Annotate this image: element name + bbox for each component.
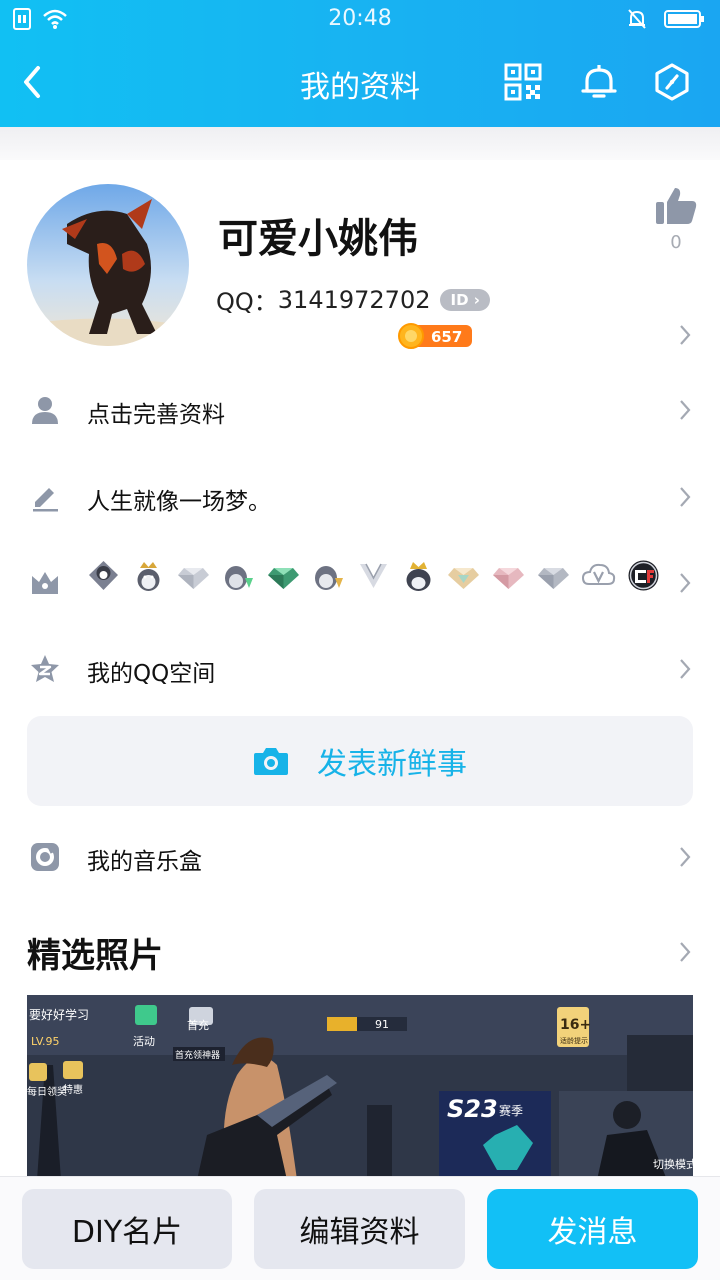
- photo-first-charge-sub-text: 首充领神器: [175, 1049, 220, 1061]
- post-button-label: 发表新鲜事: [317, 747, 467, 782]
- qzone-star-icon: [31, 655, 59, 682]
- top-bar: 20:48 我的资料: [0, 0, 720, 127]
- coin-badge[interactable]: 657: [398, 322, 474, 350]
- pencil-icon: [33, 488, 58, 512]
- qzone-label: 我的QQ空间: [87, 661, 216, 687]
- qq-label: QQ：: [216, 288, 278, 316]
- camera-icon: [254, 748, 288, 775]
- cf-logo-icon[interactable]: [626, 558, 661, 593]
- chevron-right-icon: [680, 659, 691, 679]
- featured-photos-title: 精选照片: [27, 936, 163, 976]
- status-bar: 20:48: [0, 0, 720, 40]
- photo-first-charge-text: 首充: [187, 1018, 209, 1032]
- status-time: 20:48: [328, 6, 392, 31]
- penguin-diamond-icon[interactable]: [221, 558, 256, 593]
- chevron-right-icon[interactable]: [678, 324, 692, 346]
- nav-bar: 我的资料: [0, 40, 720, 127]
- penguin-rank-icon[interactable]: [86, 558, 121, 593]
- signature-text: 人生就像一场梦。: [87, 489, 271, 515]
- post-new-update-button[interactable]: 发表新鲜事: [27, 716, 693, 806]
- chevron-right-icon: [680, 400, 691, 420]
- photo-switch-mode-text: 切换模式: [653, 1157, 693, 1171]
- chevron-right-icon[interactable]: [678, 941, 692, 963]
- cloud-v-icon[interactable]: [581, 558, 616, 593]
- photo-study-text: 要好好学习: [29, 1007, 89, 1022]
- photo-gold-value: 91: [375, 1018, 389, 1031]
- coin-value: 657: [431, 328, 462, 346]
- v-wings-icon[interactable]: [356, 558, 391, 593]
- music-box-row[interactable]: 我的音乐盒: [0, 822, 720, 892]
- photo-season-text: S23: [447, 1095, 498, 1123]
- chevron-right-icon: [680, 847, 691, 867]
- id-badge-label: ID: [450, 290, 469, 309]
- bottom-action-bar: DIY名片 编辑资料 发消息: [0, 1176, 720, 1280]
- settings-hexagon-icon[interactable]: [652, 62, 692, 102]
- qr-code-icon[interactable]: [503, 62, 543, 102]
- send-message-button[interactable]: 发消息: [487, 1189, 698, 1269]
- like-count: 0: [670, 232, 682, 253]
- chevron-right-icon: [680, 487, 691, 507]
- featured-photo[interactable]: 要好好学习 LV.95 活动 首充 首充领神器 每日领奖 特惠 91 16+ 适…: [27, 995, 693, 1180]
- qq-number: 3141972702: [277, 285, 431, 314]
- crown-icon: [32, 572, 58, 594]
- header-divider: [0, 127, 720, 160]
- complete-profile-row[interactable]: 点击完善资料: [0, 375, 720, 445]
- silver-diamond-icon[interactable]: [536, 558, 571, 593]
- photo-level-text: LV.95: [31, 1035, 60, 1048]
- pink-diamond-icon[interactable]: [491, 558, 526, 593]
- photo-special-text: 特惠: [63, 1083, 83, 1096]
- diy-card-button[interactable]: DIY名片: [22, 1189, 232, 1269]
- profile-name: 可爱小姚伟: [218, 216, 418, 262]
- gold-diamond-icon[interactable]: [446, 558, 481, 593]
- penguin-crown-icon[interactable]: [131, 558, 166, 593]
- battery-icon: [664, 10, 704, 28]
- person-icon: [32, 397, 58, 424]
- photo-age-rating: 16+: [560, 1017, 591, 1033]
- complete-profile-label: 点击完善资料: [87, 402, 225, 428]
- id-badge[interactable]: ID ›: [440, 288, 490, 311]
- diamond-icon[interactable]: [176, 558, 211, 593]
- edit-profile-button[interactable]: 编辑资料: [254, 1189, 465, 1269]
- mute-bell-icon: [628, 9, 646, 29]
- signature-row[interactable]: 人生就像一场梦。: [0, 462, 720, 532]
- emerald-icon[interactable]: [266, 558, 301, 593]
- penguin-gold-icon[interactable]: [311, 558, 346, 593]
- qzone-row[interactable]: 我的QQ空间: [0, 634, 720, 704]
- chevron-right-icon: [680, 573, 691, 593]
- badge-list: [86, 558, 661, 593]
- photo-season-suffix: 赛季: [499, 1103, 523, 1118]
- music-disc-icon: [31, 843, 59, 871]
- photo-daily-text: 每日领奖: [27, 1085, 67, 1098]
- music-box-label: 我的音乐盒: [87, 849, 202, 875]
- avatar[interactable]: [27, 184, 189, 346]
- qq-number-row[interactable]: QQ： 3141972702 ID ›: [216, 282, 490, 317]
- thumbs-up-icon[interactable]: [654, 186, 698, 226]
- penguin-king-icon[interactable]: [401, 558, 436, 593]
- bell-icon[interactable]: [579, 62, 619, 102]
- photo-age-sub: 适龄提示: [560, 1036, 588, 1045]
- photo-activity-text: 活动: [133, 1035, 155, 1048]
